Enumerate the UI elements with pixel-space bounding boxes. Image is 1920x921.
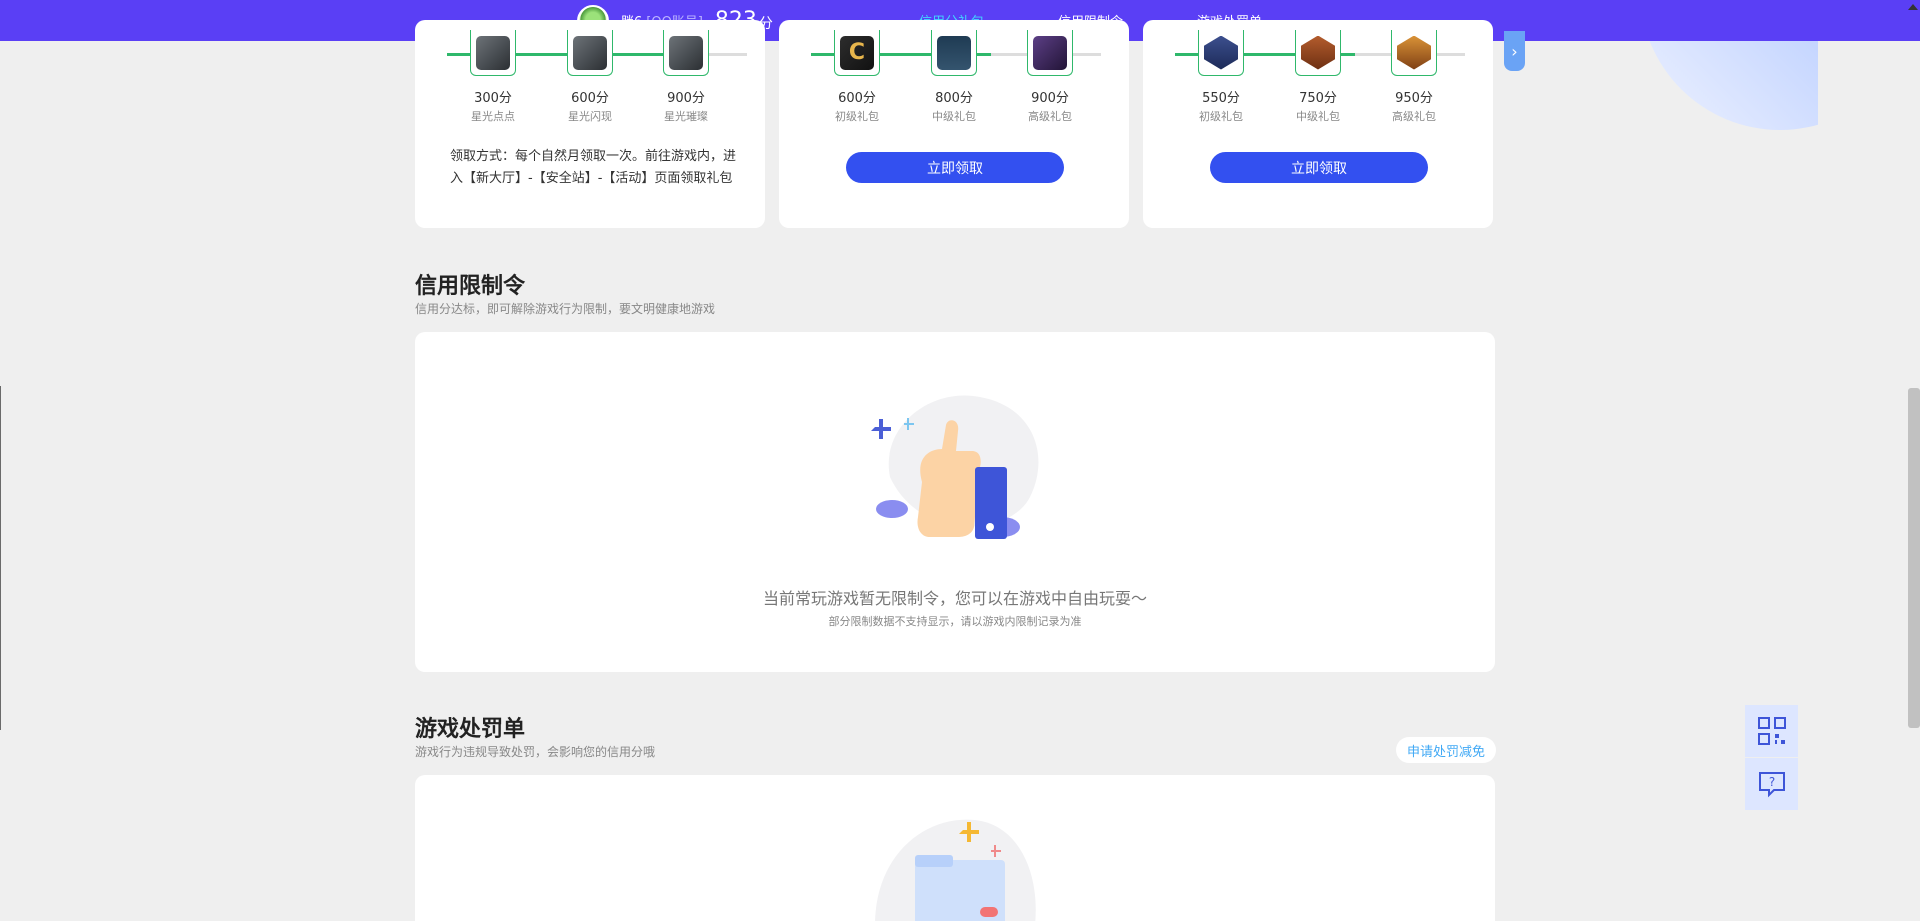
scroll-up-arrow-icon[interactable]: [1908, 4, 1918, 10]
gift-card-tiers-a: C 600分 800分 900分 初级礼包 中级礼包 高级礼包 立即领取: [779, 20, 1129, 228]
weapon-icon: [937, 35, 971, 70]
tier-name: 中级礼包: [932, 110, 976, 123]
apply-penalty-reduction-button[interactable]: 申请处罚减免: [1396, 737, 1496, 763]
vehicle-icon: [1033, 35, 1067, 70]
tier-name: 星光点点: [471, 110, 515, 123]
help-chat-icon: ?: [1758, 772, 1785, 798]
starlight-skin-icon: [573, 35, 607, 70]
thumbs-up-illustration-icon: [871, 395, 1039, 539]
tier-icon-1: [1198, 30, 1244, 76]
page-background: [1818, 0, 1920, 921]
tier-name: 星光璀璨: [664, 110, 708, 123]
gift-card-starlight: 300分 600分 900分 星光点点 星光闪现 星光璀璨 领取方式：每个自然月…: [415, 20, 765, 228]
tier-name: 中级礼包: [1296, 110, 1340, 123]
restriction-subtitle: 信用分达标，即可解除游戏行为限制，要文明健康地游戏: [415, 302, 716, 316]
carousel-next-button[interactable]: ›: [1504, 31, 1525, 71]
tier-name: 星光闪现: [568, 110, 612, 123]
penalty-empty-card: [415, 775, 1495, 921]
chevron-right-icon: ›: [1511, 41, 1518, 61]
c-logo-icon: C: [840, 35, 874, 70]
page-scrollbar[interactable]: [1908, 388, 1920, 728]
starlight-skin-icon: [476, 35, 510, 70]
tier-icon-3: [663, 30, 709, 76]
tier-name: 初级礼包: [835, 110, 879, 123]
help-button[interactable]: ?: [1745, 758, 1798, 810]
tier-points: 900分: [667, 91, 705, 106]
tier-icon-2: [567, 30, 613, 76]
qr-code-button[interactable]: [1745, 705, 1798, 757]
svg-text:?: ?: [1768, 775, 1774, 789]
claim-instructions: 领取方式：每个自然月领取一次。前往游戏内，进入【新大厅】-【安全站】-【活动】页…: [450, 149, 737, 186]
penalty-title: 游戏处罚单: [415, 717, 526, 742]
rank-badge-icon: [1204, 35, 1238, 70]
tier-points: 300分: [474, 91, 512, 106]
tier-icon-3: [1391, 30, 1437, 76]
rank-badge-icon: [1397, 35, 1431, 70]
tier-name: 高级礼包: [1392, 110, 1436, 123]
gift-card-tiers-b: 550分 750分 950分 初级礼包 中级礼包 高级礼包 立即领取: [1143, 20, 1493, 228]
penalty-subtitle: 游戏行为违规导致处罚，会影响您的信用分哦: [415, 745, 656, 759]
tier-icon-3: [1027, 30, 1073, 76]
tier-points: 550分: [1202, 91, 1240, 106]
tier-points: 950分: [1395, 91, 1433, 106]
claim-now-button[interactable]: 立即领取: [1210, 152, 1428, 183]
tier-icon-2: [1295, 30, 1341, 76]
tier-name: 初级礼包: [1199, 110, 1243, 123]
qr-code-icon: [1757, 717, 1786, 745]
tier-points: 800分: [935, 91, 973, 106]
tier-icon-1: C: [834, 30, 880, 76]
rank-badge-icon: [1301, 35, 1335, 70]
starlight-skin-icon: [669, 35, 703, 70]
tier-icon-2: [931, 30, 977, 76]
tier-icon-1: [470, 30, 516, 76]
folder-illustration-icon: [875, 819, 1036, 921]
empty-restriction-note: 部分限制数据不支持显示，请以游戏内限制记录为准: [828, 615, 1082, 628]
tier-points: 600分: [838, 91, 876, 106]
tier-name: 高级礼包: [1028, 110, 1072, 123]
empty-restriction-message: 当前常玩游戏暂无限制令，您可以在游戏中自由玩耍～: [762, 589, 1147, 608]
tier-points: 750分: [1299, 91, 1337, 106]
restriction-title: 信用限制令: [415, 274, 526, 299]
left-edge-line: [0, 386, 1, 730]
claim-now-button[interactable]: 立即领取: [846, 152, 1064, 183]
restriction-empty-card: 当前常玩游戏暂无限制令，您可以在游戏中自由玩耍～ 部分限制数据不支持显示，请以游…: [415, 332, 1495, 672]
tier-points: 900分: [1031, 91, 1069, 106]
tier-points: 600分: [571, 91, 609, 106]
